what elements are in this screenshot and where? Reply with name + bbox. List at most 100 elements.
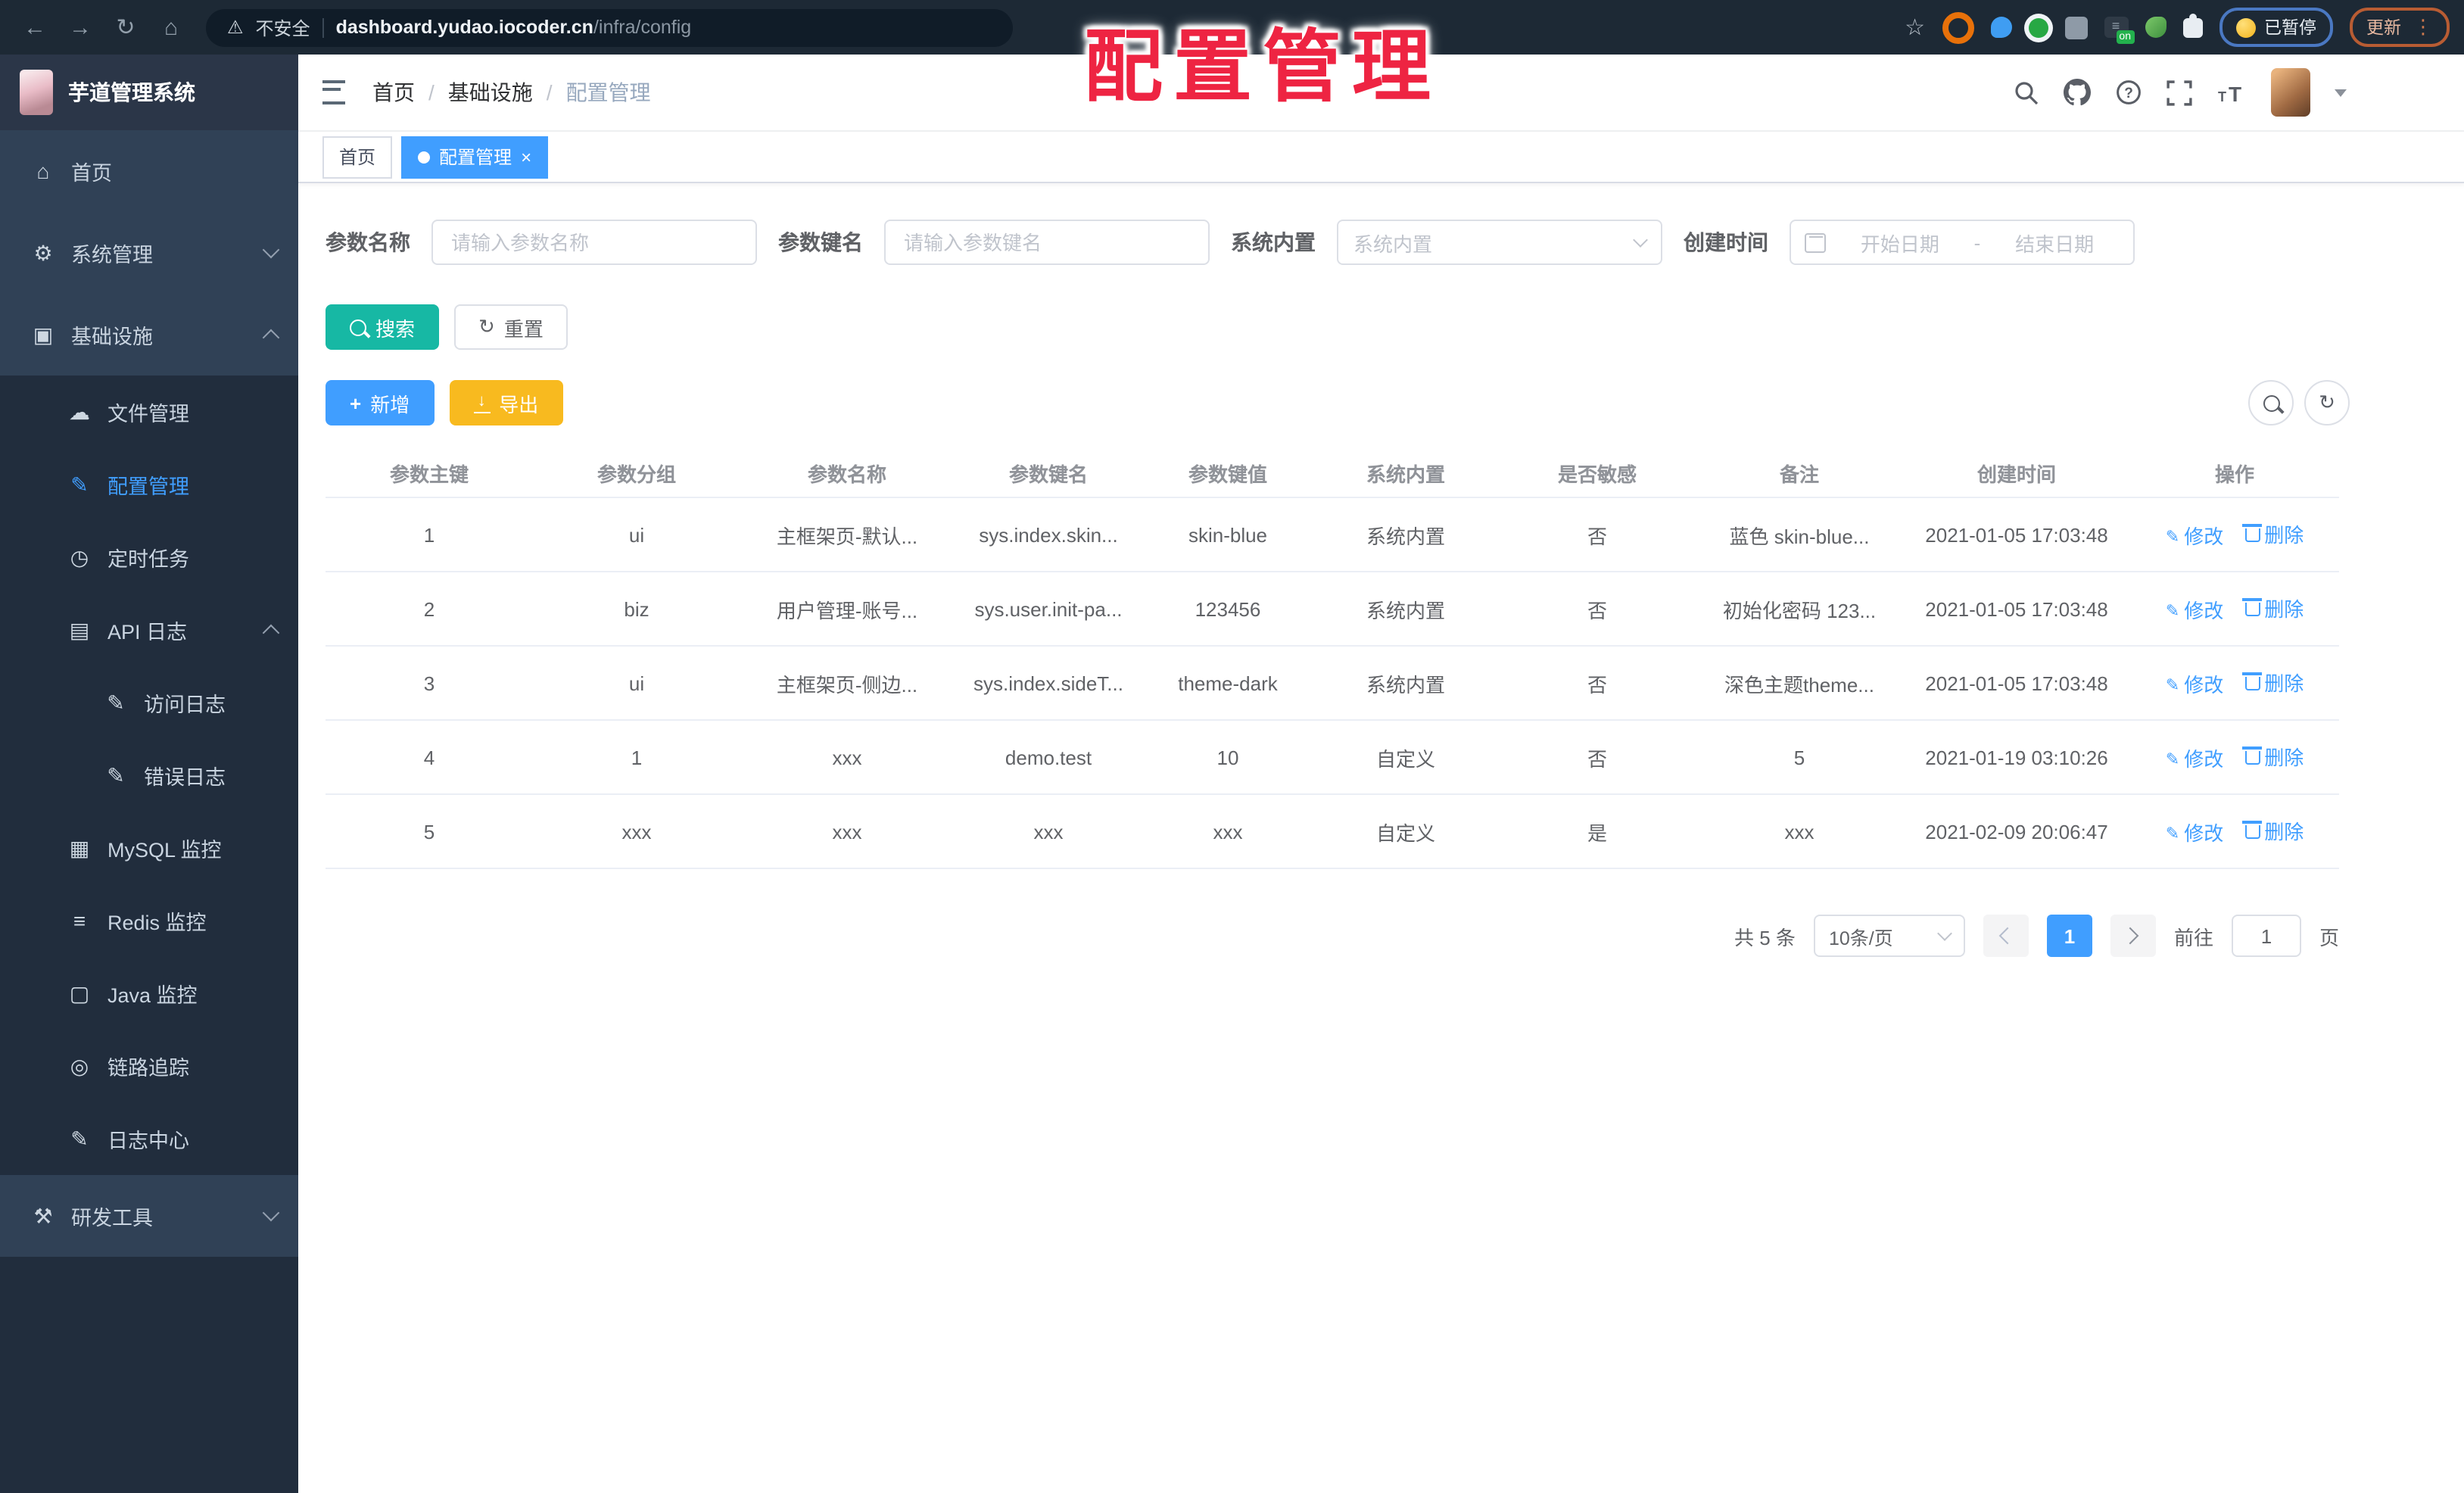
- chevron-down-icon: [1633, 232, 1648, 248]
- goto-page-input[interactable]: [2231, 915, 2301, 957]
- search-icon[interactable]: [2014, 79, 2039, 105]
- plus-icon: [350, 391, 361, 414]
- sidebar-item-java[interactable]: Java 监控: [0, 957, 298, 1030]
- tab-home[interactable]: 首页: [322, 136, 393, 178]
- document-icon: [103, 762, 129, 788]
- sidebar-item-files[interactable]: 文件管理: [0, 376, 298, 448]
- edit-icon: [2166, 524, 2179, 547]
- sidebar-item-jobs[interactable]: 定时任务: [0, 521, 298, 594]
- edit-icon: [2166, 821, 2179, 843]
- tab-config[interactable]: 配置管理: [401, 136, 549, 178]
- start-date-placeholder: 开始日期: [1860, 232, 1939, 255]
- edit-icon: [2166, 598, 2179, 621]
- extension-icon-green-circle[interactable]: [2028, 17, 2048, 37]
- sidebar-item-access-log[interactable]: 访问日志: [0, 666, 298, 739]
- user-menu-caret-icon[interactable]: [2335, 89, 2347, 96]
- table-toolbar-row: 新增 导出: [326, 380, 2350, 425]
- page-size-select[interactable]: 10条/页: [1813, 915, 1965, 957]
- next-page-button[interactable]: [2110, 915, 2156, 957]
- sidebar-item-tracing[interactable]: 链路追踪: [0, 1030, 298, 1102]
- search-buttons-row: 搜索 重置: [326, 304, 2464, 350]
- page-unit-label: 页: [2319, 926, 2339, 949]
- goto-label: 前往: [2173, 926, 2213, 949]
- github-icon[interactable]: [2064, 79, 2091, 106]
- reset-button[interactable]: 重置: [454, 304, 568, 350]
- svg-text:?: ?: [2124, 86, 2133, 101]
- delete-link[interactable]: 删除: [2242, 668, 2304, 697]
- delete-link[interactable]: 删除: [2242, 594, 2304, 622]
- breadcrumb-home[interactable]: 首页: [372, 77, 415, 108]
- paused-badge[interactable]: 已暂停: [2219, 8, 2333, 47]
- sidebar-collapse-icon[interactable]: [322, 80, 345, 104]
- bookmark-star-icon[interactable]: [1905, 14, 1925, 41]
- edit-link[interactable]: 修改: [2166, 595, 2223, 624]
- edit-link[interactable]: 修改: [2166, 743, 2223, 772]
- timer-icon: [67, 544, 92, 570]
- table-row: 4 1 xxx demo.test 10 自定义否 5 2021-01-19 03:10:26…: [326, 720, 2339, 795]
- edit-link[interactable]: 修改: [2166, 669, 2223, 698]
- sidebar-item-error-log[interactable]: 错误日志: [0, 739, 298, 812]
- chevron-right-icon: [2122, 927, 2140, 945]
- sidebar-item-config[interactable]: 配置管理: [0, 448, 298, 521]
- current-page-button[interactable]: 1: [2046, 915, 2092, 957]
- add-button[interactable]: 新增: [326, 380, 435, 425]
- chevron-up-icon: [262, 624, 280, 642]
- breadcrumb: 首页 / 基础设施 / 配置管理: [372, 77, 651, 108]
- sidebar: 芋道管理系统 首页 系统管理 基础设施 文件管理 配置管理 定时任务 API 日…: [0, 55, 298, 1493]
- font-size-icon[interactable]: TT: [2216, 79, 2247, 105]
- builtin-select[interactable]: 系统内置: [1337, 220, 1662, 265]
- close-icon[interactable]: [521, 146, 531, 167]
- browser-reload-icon[interactable]: [106, 14, 145, 41]
- search-icon: [2263, 394, 2279, 411]
- extension-icon-switch[interactable]: ≡ on: [2104, 17, 2134, 44]
- search-button[interactable]: 搜索: [326, 304, 440, 350]
- toggle-search-button[interactable]: [2248, 380, 2294, 425]
- breadcrumb-infra[interactable]: 基础设施: [448, 77, 533, 108]
- address-bar[interactable]: 不安全 dashboard.yudao.iocoder.cn/infra/con…: [206, 8, 1013, 46]
- param-key-input[interactable]: [884, 220, 1210, 265]
- edit-link[interactable]: 修改: [2166, 521, 2223, 550]
- sidebar-item-infra[interactable]: 基础设施: [0, 294, 298, 376]
- sidebar-item-mysql[interactable]: MySQL 监控: [0, 812, 298, 884]
- table-row: 5 xxx xxx xxx xxx 自定义是 xxx 2021-02-09 20:06:47 …: [326, 794, 2339, 869]
- end-date-placeholder: 结束日期: [2015, 232, 2095, 255]
- help-icon[interactable]: ?: [2115, 79, 2142, 106]
- export-button[interactable]: 导出: [449, 380, 563, 425]
- screen: 配置管理 不安全 dashboard.yudao.iocoder.cn/infr…: [0, 0, 2464, 1493]
- edit-link[interactable]: 修改: [2166, 818, 2223, 846]
- home-icon: [30, 159, 56, 183]
- sidebar-item-log-center[interactable]: 日志中心: [0, 1102, 298, 1175]
- main-area: 首页 / 基础设施 / 配置管理 ? TT 首页 配置管理 × 参数名称 请输入…: [298, 55, 2464, 1493]
- download-icon: [473, 393, 491, 413]
- prev-page-button[interactable]: [1983, 915, 2029, 957]
- database-icon: [67, 835, 92, 861]
- sidebar-item-system[interactable]: 系统管理: [0, 212, 298, 294]
- browser-forward-icon[interactable]: [61, 14, 100, 40]
- browser-back-icon[interactable]: [15, 14, 55, 40]
- extension-icon-blue-pin[interactable]: [1990, 17, 2011, 38]
- java-monitor-icon: [67, 980, 92, 1006]
- date-range-picker[interactable]: 开始日期 - 结束日期: [1790, 220, 2135, 265]
- sidebar-item-redis[interactable]: Redis 监控: [0, 884, 298, 957]
- active-dot-icon: [418, 151, 431, 163]
- sidebar-item-dev-tools[interactable]: 研发工具: [0, 1175, 298, 1257]
- update-button[interactable]: 更新: [2350, 8, 2450, 47]
- extension-icon-green-leaf[interactable]: [2145, 17, 2166, 38]
- extensions-puzzle-icon[interactable]: [2182, 13, 2202, 37]
- fullscreen-icon[interactable]: [2167, 79, 2192, 105]
- delete-link[interactable]: 删除: [2242, 816, 2304, 845]
- logo-image: [20, 70, 53, 115]
- param-name-input[interactable]: [431, 220, 757, 265]
- sidebar-item-home[interactable]: 首页: [0, 130, 298, 212]
- table-row: 1 ui 主框架页-默认... sys.index.skin... skin-blue 系…: [326, 497, 2339, 572]
- extension-icon-orange-ring[interactable]: [1942, 11, 1973, 43]
- sidebar-item-api-log[interactable]: API 日志: [0, 594, 298, 666]
- user-avatar[interactable]: [2271, 68, 2310, 117]
- browser-menu-icon[interactable]: [2413, 15, 2433, 39]
- refresh-table-button[interactable]: [2304, 380, 2350, 425]
- delete-link[interactable]: 删除: [2242, 742, 2304, 771]
- extension-icon-gray-grid[interactable]: [2064, 16, 2087, 39]
- trash-icon: [2242, 746, 2263, 765]
- delete-link[interactable]: 删除: [2242, 519, 2304, 548]
- browser-home-icon[interactable]: [151, 14, 191, 40]
